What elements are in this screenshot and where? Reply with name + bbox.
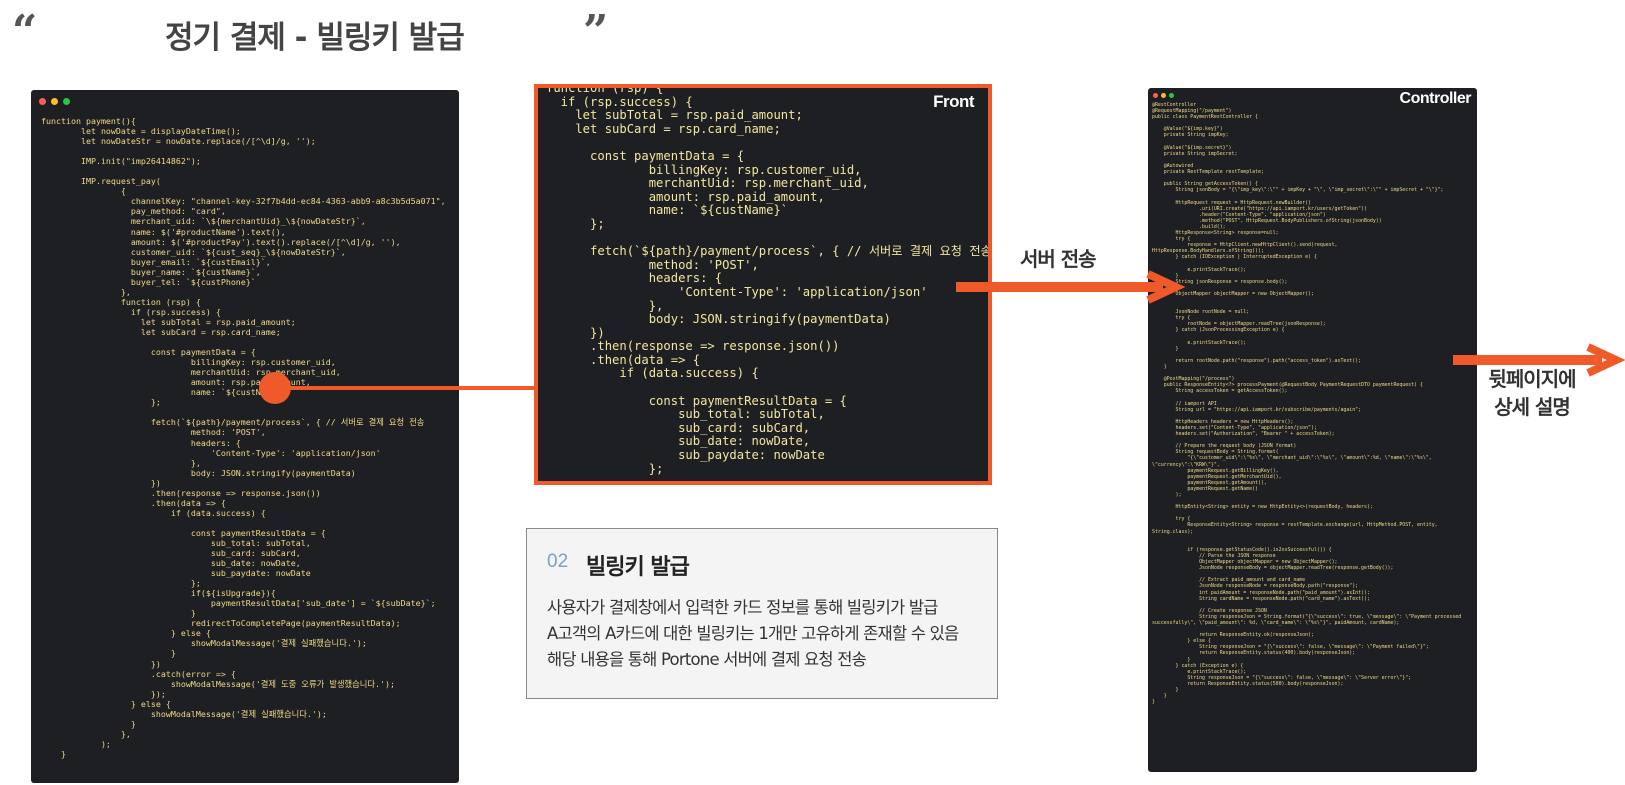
server-send-arrow-icon [956, 270, 1186, 304]
connector-dot-icon [259, 372, 291, 404]
next-page-label-line2: 상세 설명 [1494, 395, 1571, 419]
description-line: A고객의 A카드에 대한 빌링키는 1개만 고유하게 존재할 수 있음 [547, 624, 959, 643]
next-page-label-line1: 뒷페이지에 [1488, 367, 1577, 391]
card-title: 빌링키 발급 [586, 555, 690, 580]
billing-key-info-card: 02 빌링키 발급 사용자가 결제창에서 입력한 카드 정보를 통해 빌링키가 … [526, 528, 998, 699]
next-page-label: 뒷페이지에 상세 설명 [1482, 365, 1582, 421]
card-description: 사용자가 결제창에서 입력한 카드 정보를 통해 빌링키가 발급 A고객의 A카… [547, 595, 959, 673]
description-line: 해당 내용을 통해 Portone 서버에 결제 요청 전송 [547, 650, 867, 669]
description-line: 사용자가 결제창에서 입력한 카드 정보를 통해 빌링키가 발급 [547, 598, 938, 617]
step-number: 02 [547, 551, 569, 572]
server-send-label: 서버 전송 [1020, 247, 1097, 271]
